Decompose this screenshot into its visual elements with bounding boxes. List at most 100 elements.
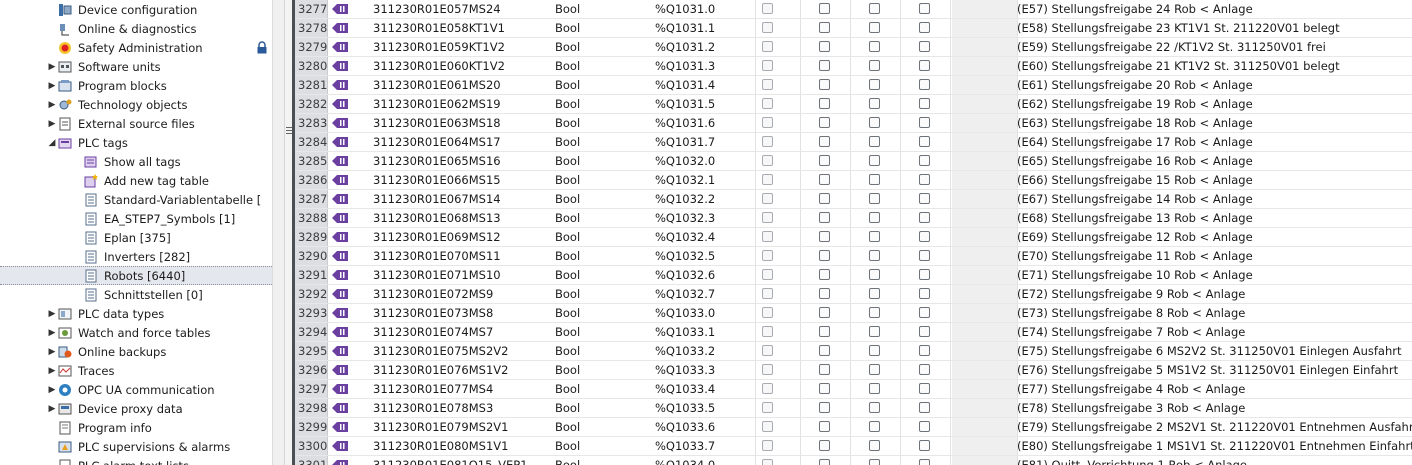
tag-comment[interactable]: (E67) Stellungsfreigabe 14 Rob < Anlage	[1017, 190, 1412, 208]
tag-comment[interactable]: (E66) Stellungsfreigabe 15 Rob < Anlage	[1017, 171, 1412, 189]
tag-address[interactable]: %Q1031.6	[655, 114, 745, 132]
tag-comment[interactable]: (E64) Stellungsfreigabe 17 Rob < Anlage	[1017, 133, 1412, 151]
table-row[interactable]: 3296 311230R01E076MS1V2 Bool %Q1033.3 (E76) …	[295, 361, 1412, 380]
data-type[interactable]: Bool	[555, 361, 655, 379]
attribute-checkbox[interactable]	[919, 98, 930, 109]
data-type[interactable]: Bool	[555, 38, 655, 56]
attribute-checkbox[interactable]	[919, 440, 930, 451]
attribute-checkbox[interactable]	[869, 288, 880, 299]
row-number[interactable]: 3288	[295, 209, 328, 227]
tree-item[interactable]: ▶ Software units	[0, 57, 272, 76]
attribute-checkbox[interactable]	[762, 98, 773, 109]
attribute-checkbox[interactable]	[819, 22, 830, 33]
tag-address[interactable]: %Q1033.6	[655, 418, 745, 436]
data-type[interactable]: Bool	[555, 133, 655, 151]
tag-name[interactable]: 311230R01E070MS11	[373, 247, 553, 265]
attribute-checkbox[interactable]	[762, 79, 773, 90]
data-type[interactable]: Bool	[555, 95, 655, 113]
attribute-checkbox[interactable]	[762, 174, 773, 185]
attribute-checkbox[interactable]	[869, 307, 880, 318]
attribute-checkbox[interactable]	[762, 22, 773, 33]
attribute-checkbox[interactable]	[819, 326, 830, 337]
tag-address[interactable]: %Q1033.3	[655, 361, 745, 379]
tag-comment[interactable]: (E65) Stellungsfreigabe 16 Rob < Anlage	[1017, 152, 1412, 170]
attribute-checkbox[interactable]	[869, 136, 880, 147]
tag-name[interactable]: 311230R01E066MS15	[373, 171, 553, 189]
data-type[interactable]: Bool	[555, 228, 655, 246]
data-type[interactable]: Bool	[555, 0, 655, 18]
attribute-checkbox[interactable]	[919, 136, 930, 147]
attribute-checkbox[interactable]	[919, 22, 930, 33]
tag-name[interactable]: 311230R01E080MS1V1	[373, 437, 553, 455]
attribute-checkbox[interactable]	[919, 193, 930, 204]
tag-name[interactable]: 311230R01E058KT1V1	[373, 19, 553, 37]
tree-item[interactable]: Show all tags	[0, 152, 272, 171]
tree-item[interactable]: ▶ Traces	[0, 361, 272, 380]
attribute-checkbox[interactable]	[869, 269, 880, 280]
tag-address[interactable]: %Q1032.1	[655, 171, 745, 189]
data-type[interactable]: Bool	[555, 323, 655, 341]
tag-address[interactable]: %Q1032.3	[655, 209, 745, 227]
tag-address[interactable]: %Q1031.7	[655, 133, 745, 151]
attribute-checkbox[interactable]	[869, 117, 880, 128]
row-number[interactable]: 3296	[295, 361, 328, 379]
table-row[interactable]: 3298 311230R01E078MS3 Bool %Q1033.5 (E78) St…	[295, 399, 1412, 418]
attribute-checkbox[interactable]	[819, 440, 830, 451]
attribute-checkbox[interactable]	[762, 402, 773, 413]
tree-item[interactable]: EA_STEP7_Symbols [1]	[0, 209, 272, 228]
attribute-checkbox[interactable]	[869, 41, 880, 52]
attribute-checkbox[interactable]	[762, 440, 773, 451]
attribute-checkbox[interactable]	[919, 345, 930, 356]
data-type[interactable]: Bool	[555, 76, 655, 94]
tag-name[interactable]: 311230R01E077MS4	[373, 380, 553, 398]
tag-address[interactable]: %Q1031.5	[655, 95, 745, 113]
tag-comment[interactable]: (E71) Stellungsfreigabe 10 Rob < Anlage	[1017, 266, 1412, 284]
attribute-checkbox[interactable]	[819, 250, 830, 261]
attribute-checkbox[interactable]	[919, 326, 930, 337]
data-type[interactable]: Bool	[555, 285, 655, 303]
tree-item[interactable]: PLC supervisions & alarms	[0, 437, 272, 456]
tree-item[interactable]: Online & diagnostics	[0, 19, 272, 38]
expand-arrow-icon[interactable]: ▶	[46, 366, 58, 376]
tag-comment[interactable]: (E81) Quitt. Vorrichtung 1 Rob < Anlage	[1017, 456, 1412, 465]
row-number[interactable]: 3285	[295, 152, 328, 170]
attribute-checkbox[interactable]	[762, 345, 773, 356]
attribute-checkbox[interactable]	[819, 231, 830, 242]
tag-name[interactable]: 311230R01E067MS14	[373, 190, 553, 208]
row-number[interactable]: 3284	[295, 133, 328, 151]
data-type[interactable]: Bool	[555, 266, 655, 284]
tag-name[interactable]: 311230R01E076MS1V2	[373, 361, 553, 379]
table-row[interactable]: 3277 311230R01E057MS24 Bool %Q1031.0 (E57) S…	[295, 0, 1412, 19]
tag-comment[interactable]: (E61) Stellungsfreigabe 20 Rob < Anlage	[1017, 76, 1412, 94]
attribute-checkbox[interactable]	[819, 117, 830, 128]
attribute-checkbox[interactable]	[869, 345, 880, 356]
data-type[interactable]: Bool	[555, 437, 655, 455]
expand-arrow-icon[interactable]: ▶	[46, 385, 58, 395]
attribute-checkbox[interactable]	[819, 402, 830, 413]
data-type[interactable]: Bool	[555, 171, 655, 189]
attribute-checkbox[interactable]	[869, 60, 880, 71]
table-row[interactable]: 3282 311230R01E062MS19 Bool %Q1031.5 (E62) S…	[295, 95, 1412, 114]
tag-name[interactable]: 311230R01E060KT1V2	[373, 57, 553, 75]
data-type[interactable]: Bool	[555, 247, 655, 265]
table-row[interactable]: 3288 311230R01E068MS13 Bool %Q1032.3 (E68) S…	[295, 209, 1412, 228]
attribute-checkbox[interactable]	[869, 364, 880, 375]
attribute-checkbox[interactable]	[919, 250, 930, 261]
row-number[interactable]: 3287	[295, 190, 328, 208]
tree-item[interactable]: ◢ PLC tags	[0, 133, 272, 152]
attribute-checkbox[interactable]	[819, 345, 830, 356]
row-number[interactable]: 3300	[295, 437, 328, 455]
expand-arrow-icon[interactable]: ▶	[46, 100, 58, 110]
tag-comment[interactable]: (E62) Stellungsfreigabe 19 Rob < Anlage	[1017, 95, 1412, 113]
table-row[interactable]: 3279 311230R01E059KT1V2 Bool %Q1031.2 (E59) …	[295, 38, 1412, 57]
table-row[interactable]: 3295 311230R01E075MS2V2 Bool %Q1033.2 (E75) …	[295, 342, 1412, 361]
attribute-checkbox[interactable]	[819, 41, 830, 52]
tag-comment[interactable]: (E80) Stellungsfreigabe 1 MS1V1 St. 2112…	[1017, 437, 1412, 455]
tree-item[interactable]: ▶ External source files	[0, 114, 272, 133]
table-row[interactable]: 3297 311230R01E077MS4 Bool %Q1033.4 (E77) St…	[295, 380, 1412, 399]
attribute-checkbox[interactable]	[819, 79, 830, 90]
table-row[interactable]: 3292 311230R01E072MS9 Bool %Q1032.7 (E72) St…	[295, 285, 1412, 304]
tag-comment[interactable]: (E57) Stellungsfreigabe 24 Rob < Anlage	[1017, 0, 1412, 18]
attribute-checkbox[interactable]	[919, 3, 930, 14]
tree-item[interactable]: Robots [6440]	[0, 266, 272, 285]
